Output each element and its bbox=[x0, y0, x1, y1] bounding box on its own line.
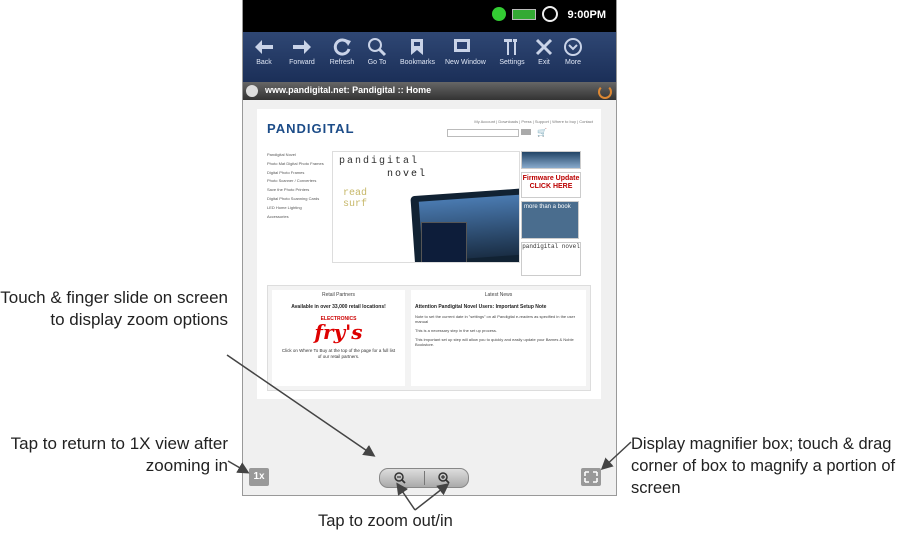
arrow-touch-slide bbox=[226, 354, 376, 457]
arrow-magnifier bbox=[600, 441, 632, 471]
arrow-zoom-in bbox=[414, 483, 450, 511]
arrow-return-1x bbox=[227, 460, 250, 474]
callout-arrows bbox=[226, 354, 632, 511]
arrow-zoom-out bbox=[396, 482, 416, 511]
